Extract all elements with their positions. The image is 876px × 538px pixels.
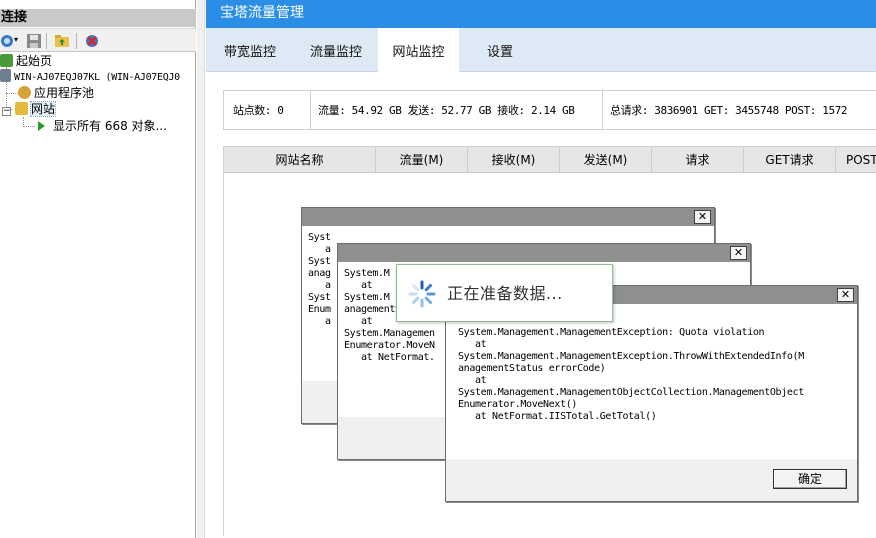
close-icon[interactable]: ✕ bbox=[694, 210, 711, 224]
tab-bar: 带宽监控 流量监控 网站监控 设置 bbox=[206, 28, 876, 72]
tab-settings[interactable]: 设置 bbox=[459, 28, 541, 72]
close-icon[interactable]: ✕ bbox=[837, 288, 854, 302]
loading-indicator: 正在准备数据... bbox=[396, 264, 613, 322]
column-header[interactable]: 接收(M) bbox=[468, 147, 560, 173]
tree-item-label: 网站 bbox=[29, 101, 57, 117]
dialog-footer: 确定 bbox=[446, 459, 857, 501]
tab-traffic[interactable]: 流量监控 bbox=[294, 28, 378, 72]
grid-header: 网站名称 流量(M) 接收(M) 发送(M) 请求 GET请求 POST请求 bbox=[224, 147, 876, 173]
traffic-summary: 流量: 54.92 GB 发送: 52.77 GB 接收: 2.14 GB bbox=[318, 104, 575, 117]
tab-bandwidth[interactable]: 带宽监控 bbox=[206, 28, 294, 72]
spinner-icon bbox=[408, 280, 436, 308]
loading-text: 正在准备数据... bbox=[447, 284, 563, 303]
error-text: System.Management.ManagementException: Q… bbox=[446, 304, 857, 461]
tree-item-label: 显示所有 668 对象... bbox=[53, 119, 167, 133]
dialog-caption bbox=[338, 244, 750, 262]
start-page-icon bbox=[0, 54, 13, 67]
column-header[interactable]: 发送(M) bbox=[560, 147, 652, 173]
disconnect-icon[interactable] bbox=[84, 33, 100, 49]
column-header[interactable]: 请求 bbox=[652, 147, 744, 173]
desktop: 连接 ▾ 起始页 WIN-AJ07EQJ07KL (WIN-AJ07EQJ0 应… bbox=[0, 0, 876, 538]
tree-item-label: WIN-AJ07EQJ07KL (WIN-AJ07EQJ0 bbox=[14, 72, 180, 83]
pane-splitter[interactable] bbox=[197, 0, 205, 538]
divider bbox=[310, 91, 311, 129]
tree-item-server[interactable]: WIN-AJ07EQJ07KL (WIN-AJ07EQJ0 bbox=[0, 69, 180, 85]
tree-item-show-all[interactable]: 显示所有 668 对象... bbox=[38, 118, 167, 134]
play-arrow-icon bbox=[38, 121, 45, 131]
dialog-caption bbox=[302, 208, 714, 226]
column-header[interactable]: POST请求 bbox=[836, 147, 876, 173]
tree-item-label: 应用程序池 bbox=[34, 86, 95, 100]
folder-up-icon[interactable] bbox=[54, 33, 70, 49]
column-header[interactable]: 流量(M) bbox=[376, 147, 468, 173]
tree-line bbox=[23, 126, 35, 127]
site-count: 站点数: 0 bbox=[233, 104, 284, 117]
tab-site-monitor[interactable]: 网站监控 bbox=[378, 28, 459, 72]
tree-item-start-page[interactable]: 起始页 bbox=[0, 53, 52, 69]
tree-item-sites[interactable]: − 网站 bbox=[2, 101, 57, 117]
close-icon[interactable]: ✕ bbox=[730, 246, 747, 260]
ok-button[interactable]: 确定 bbox=[773, 469, 847, 489]
connections-tree: 起始页 WIN-AJ07EQJ07KL (WIN-AJ07EQJ0 应用程序池 … bbox=[0, 53, 196, 538]
connections-toolbar: ▾ bbox=[0, 28, 196, 52]
tree-item-app-pools[interactable]: 应用程序池 bbox=[18, 85, 94, 101]
tree-item-label: 起始页 bbox=[16, 54, 53, 68]
connections-pane: 连接 ▾ 起始页 WIN-AJ07EQJ07KL (WIN-AJ07EQJ0 应… bbox=[0, 0, 196, 538]
save-icon[interactable] bbox=[26, 33, 42, 49]
column-header[interactable]: GET请求 bbox=[744, 147, 836, 173]
connections-title: 连接 bbox=[0, 9, 196, 27]
server-icon bbox=[0, 69, 11, 82]
stats-bar: 站点数: 0 流量: 54.92 GB 发送: 52.77 GB 接收: 2.1… bbox=[223, 90, 876, 130]
sites-folder-icon bbox=[15, 102, 28, 115]
app-pool-icon bbox=[18, 86, 31, 99]
divider bbox=[602, 91, 603, 129]
request-summary: 总请求: 3836901 GET: 3455748 POST: 1572 bbox=[610, 104, 848, 117]
column-header[interactable]: 网站名称 bbox=[224, 147, 376, 173]
window-title: 宝塔流量管理 bbox=[206, 0, 876, 28]
tree-line bbox=[6, 93, 18, 94]
collapse-icon[interactable]: − bbox=[2, 107, 11, 116]
